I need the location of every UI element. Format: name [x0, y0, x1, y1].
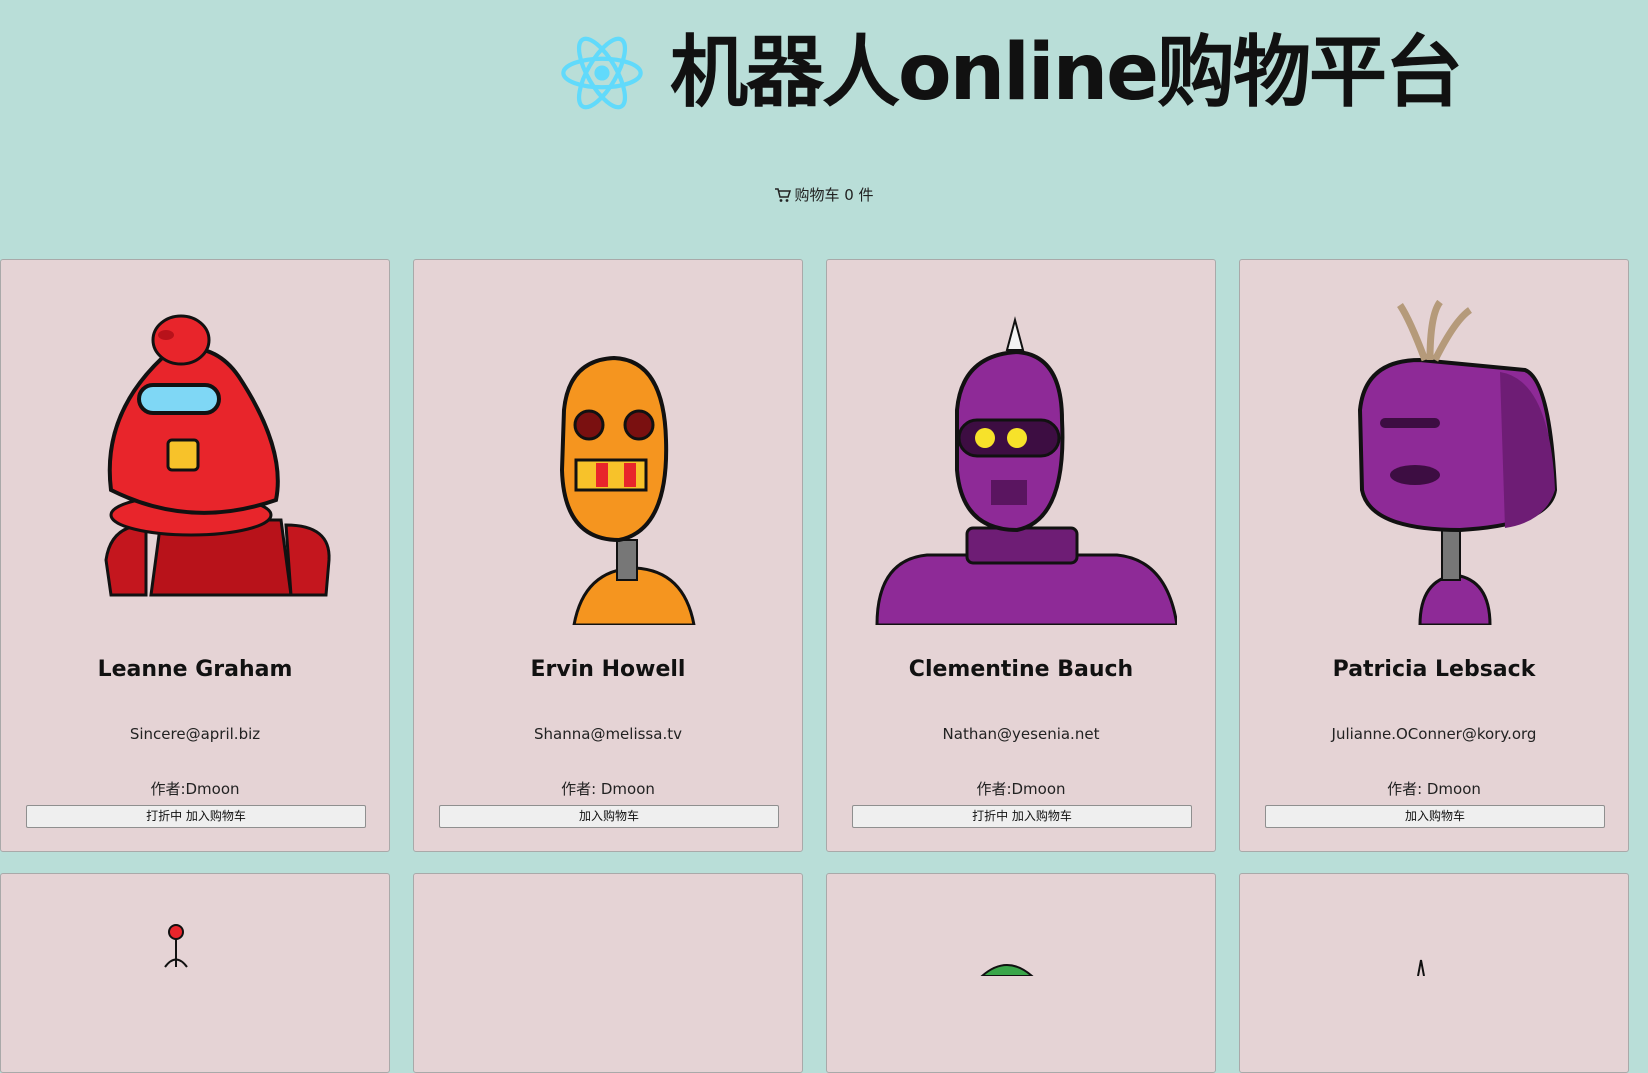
robot-card [1239, 873, 1629, 1073]
robot-author: 作者:Dmoon [150, 780, 240, 798]
robot-email: Julianne.OConner@kory.org [1331, 725, 1537, 743]
robot-author: 作者: Dmoon [561, 780, 655, 798]
robot-avatar [1357, 300, 1558, 625]
robot-avatar [1417, 959, 1425, 976]
add-to-cart-button[interactable]: 打折中 加入购物车 [852, 805, 1192, 828]
robot-name: Ervin Howell [530, 657, 686, 682]
page-title: 机器人online购物平台 [670, 28, 1463, 118]
robot-email: Sincere@april.biz [129, 725, 261, 743]
robot-card: Leanne Graham Sincere@april.biz 作者:Dmoon… [0, 259, 390, 852]
robot-name: Patricia Lebsack [1332, 657, 1536, 682]
add-to-cart-button[interactable]: 加入购物车 [1265, 805, 1605, 828]
robot-avatar [164, 924, 188, 968]
robot-name: Leanne Graham [97, 657, 293, 682]
cart-count-label: 购物车 0 件 [794, 186, 874, 204]
robot-card: Clementine Bauch Nathan@yesenia.net 作者:D… [826, 259, 1216, 852]
shopping-cart[interactable]: 购物车 0 件 [0, 184, 1648, 205]
robot-avatar [104, 314, 331, 597]
robot-author: 作者:Dmoon [976, 780, 1066, 798]
add-to-cart-button[interactable]: 打折中 加入购物车 [26, 805, 366, 828]
robot-card [826, 873, 1216, 1073]
robot-card [413, 873, 803, 1073]
robot-author: 作者: Dmoon [1387, 780, 1481, 798]
header: 机器人online购物平台 [0, 0, 1648, 150]
shopping-cart-icon [775, 188, 792, 202]
robot-avatar [559, 355, 696, 625]
robot-card: Ervin Howell Shanna@melissa.tv 作者: Dmoon… [413, 259, 803, 852]
robot-card [0, 873, 390, 1073]
robot-name: Clementine Bauch [908, 657, 1134, 682]
add-to-cart-button[interactable]: 加入购物车 [439, 805, 779, 828]
react-atom-icon [561, 36, 643, 110]
robot-avatar [875, 316, 1177, 625]
robot-card: Patricia Lebsack Julianne.OConner@kory.o… [1239, 259, 1629, 852]
robot-email: Nathan@yesenia.net [942, 725, 1100, 743]
robot-email: Shanna@melissa.tv [534, 725, 682, 743]
robot-avatar [980, 964, 1034, 976]
